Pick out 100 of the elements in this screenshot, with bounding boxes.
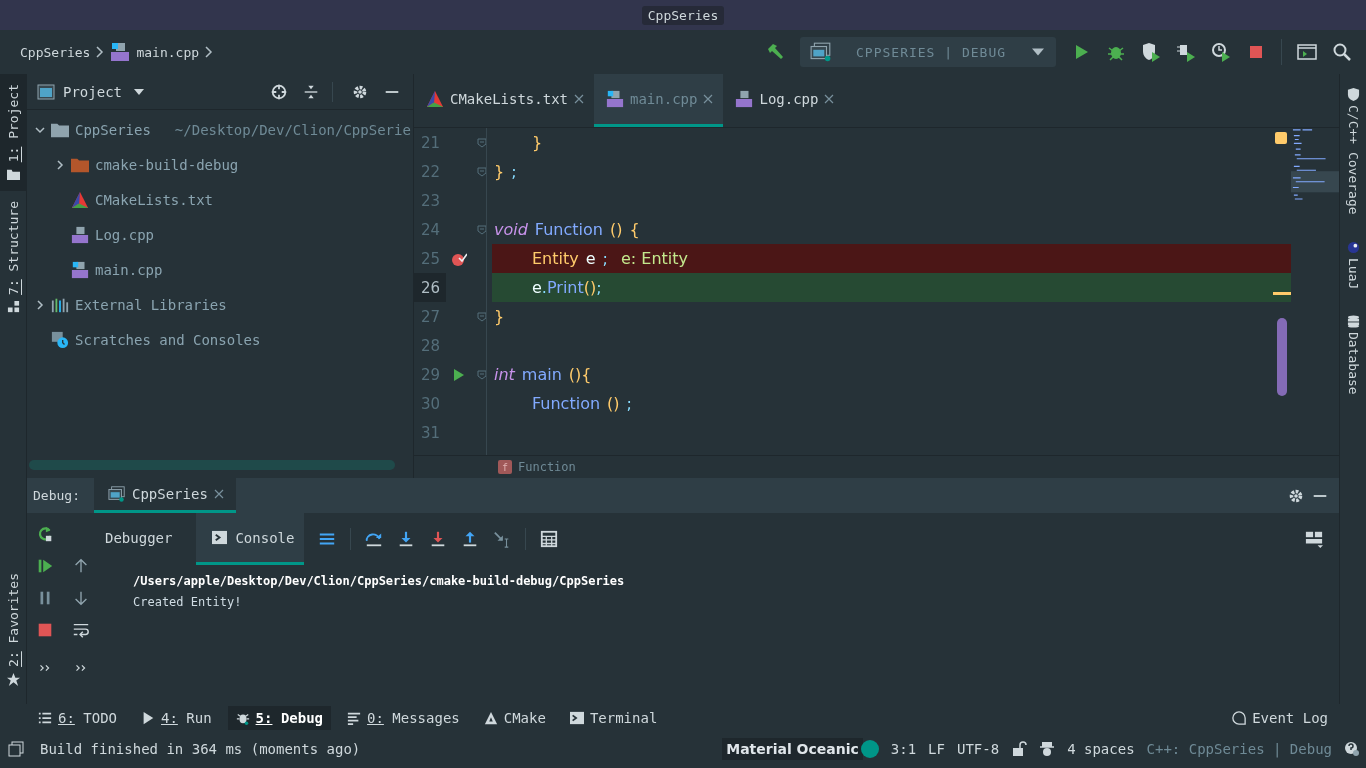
debug-tab[interactable]: Debugger <box>99 513 183 565</box>
star-icon <box>6 673 20 686</box>
status-message: Build finished in 364 ms (moments ago) <box>40 741 361 757</box>
session-tab[interactable]: CppSeries <box>93 478 236 513</box>
line-number: 25 <box>419 248 441 270</box>
close-icon[interactable] <box>213 489 224 499</box>
panel-toggle-icon[interactable] <box>8 741 24 757</box>
tool-window-tab[interactable]: C/C++ Coverage <box>1345 88 1361 215</box>
rerun-icon[interactable] <box>36 525 54 543</box>
tool-window-tab[interactable]: LuaJ <box>1345 240 1361 289</box>
window-title: CppSeries <box>641 5 725 25</box>
up-arrow-icon[interactable] <box>72 557 90 575</box>
tool-window-button[interactable]: 0: Messages <box>339 706 468 730</box>
stop-icon[interactable] <box>36 621 54 639</box>
code-token: void <box>494 220 528 239</box>
file-encoding[interactable]: UTF-8 <box>956 741 1000 757</box>
inspector-icon[interactable] <box>1039 741 1056 757</box>
caret-icon[interactable] <box>134 88 144 95</box>
code-token: ; <box>596 278 602 297</box>
line-number: 26 <box>414 273 446 302</box>
line-number: 28 <box>419 335 441 357</box>
tree-item[interactable]: Scratches and Consoles <box>75 331 261 348</box>
coverage-icon[interactable] <box>1141 42 1161 62</box>
breadcrumb-item[interactable]: Function <box>518 460 576 474</box>
search-icon[interactable] <box>1332 42 1352 62</box>
tab-label: 2: Favorites <box>5 573 21 667</box>
editor-tab[interactable]: Log.cpp <box>723 74 845 127</box>
line-separator[interactable]: LF <box>928 741 945 757</box>
calculator-icon[interactable] <box>540 530 559 548</box>
tree-item[interactable]: CMakeLists.txt <box>95 191 213 208</box>
cursor-position[interactable]: 3:1 <box>890 741 917 757</box>
close-icon[interactable] <box>703 94 714 104</box>
triangle-icon <box>426 90 444 108</box>
layout-icon[interactable] <box>1305 530 1323 548</box>
profile-icon[interactable] <box>1176 42 1196 62</box>
tree-item[interactable]: CppSeries <box>75 121 151 138</box>
line-number: 24 <box>419 219 441 241</box>
code-token: { <box>629 220 640 239</box>
breadcrumb-item[interactable]: CppSeries <box>20 44 91 60</box>
tool-window-button[interactable]: Terminal <box>561 706 666 730</box>
tab-label: 7: Structure <box>5 201 21 296</box>
line-number: 31 <box>419 422 441 444</box>
tool-window-button[interactable]: CMake <box>475 706 554 730</box>
theme-indicator[interactable]: Material Oceanic <box>722 738 863 760</box>
menu-icon[interactable] <box>318 530 337 548</box>
caret-icon <box>1032 48 1044 56</box>
code-token: Print <box>546 278 584 297</box>
moon-icon <box>1346 240 1360 254</box>
clock-icon[interactable] <box>1211 42 1231 62</box>
code-token: . <box>541 278 547 297</box>
tree-item[interactable]: cmake-build-debug <box>95 156 239 173</box>
tool-window-tab[interactable]: 2: Favorites <box>0 563 26 696</box>
tool-window-tab[interactable]: Database <box>1345 314 1361 395</box>
lock-icon[interactable] <box>1011 741 1028 757</box>
line-number: 29 <box>419 364 441 386</box>
tool-window-tab[interactable]: 7: Structure <box>0 191 26 325</box>
console-icon <box>212 530 228 545</box>
tab-label: 1: Project <box>5 84 21 163</box>
terminal-window-icon[interactable] <box>1297 42 1317 62</box>
help-icon[interactable] <box>1344 741 1360 757</box>
line-number: 22 <box>419 161 441 183</box>
down-arrow-icon[interactable] <box>72 589 90 607</box>
scrollbar[interactable] <box>1277 318 1287 396</box>
crosshair-icon[interactable] <box>270 82 288 101</box>
event-log-button[interactable]: Event Log <box>1224 706 1336 730</box>
debug-tab[interactable]: Console <box>196 513 305 565</box>
cpp-file-icon <box>71 225 89 244</box>
bug-icon <box>235 711 250 725</box>
close-icon[interactable] <box>824 94 835 104</box>
tool-window-button[interactable]: 5: Debug <box>227 706 332 730</box>
code-token: } <box>494 162 505 181</box>
code-token: ; <box>511 162 517 181</box>
close-icon[interactable] <box>574 94 584 104</box>
breadcrumb-item[interactable]: main.cpp <box>136 44 200 60</box>
warning-marker[interactable] <box>1275 132 1287 144</box>
tool-window-button[interactable]: 6: TODO <box>30 706 125 730</box>
tree-item[interactable]: External Libraries <box>75 296 227 313</box>
change-marker <box>1273 292 1291 295</box>
cpp-file-icon <box>606 90 624 108</box>
window-icon <box>37 83 55 100</box>
panel-title[interactable]: Project <box>63 83 122 100</box>
code-token: main <box>521 365 562 384</box>
code-token: Entity <box>532 249 579 268</box>
soft-wrap-icon[interactable] <box>72 621 90 639</box>
code-token: e <box>532 278 542 297</box>
tool-window-tab[interactable]: 1: Project <box>0 74 26 192</box>
build-context[interactable]: C++: CppSeries | Debug <box>1146 741 1332 757</box>
hammer-icon[interactable] <box>765 42 785 62</box>
tool-window-button[interactable]: 4: Run <box>133 706 220 730</box>
tree-item[interactable]: Log.cpp <box>95 226 154 243</box>
terminal-icon <box>569 711 584 725</box>
resume-icon[interactable] <box>36 557 54 575</box>
speech-bubble-icon <box>1232 711 1247 725</box>
code-token: int <box>494 365 515 384</box>
line-number: 23 <box>419 190 441 212</box>
cpp-file-icon <box>735 90 754 108</box>
editor-tab[interactable]: CMakeLists.txt <box>414 74 594 127</box>
tree-item[interactable]: main.cpp <box>95 261 163 278</box>
scrollbar[interactable] <box>29 460 395 470</box>
indent-setting[interactable]: 4 spaces <box>1067 741 1135 757</box>
